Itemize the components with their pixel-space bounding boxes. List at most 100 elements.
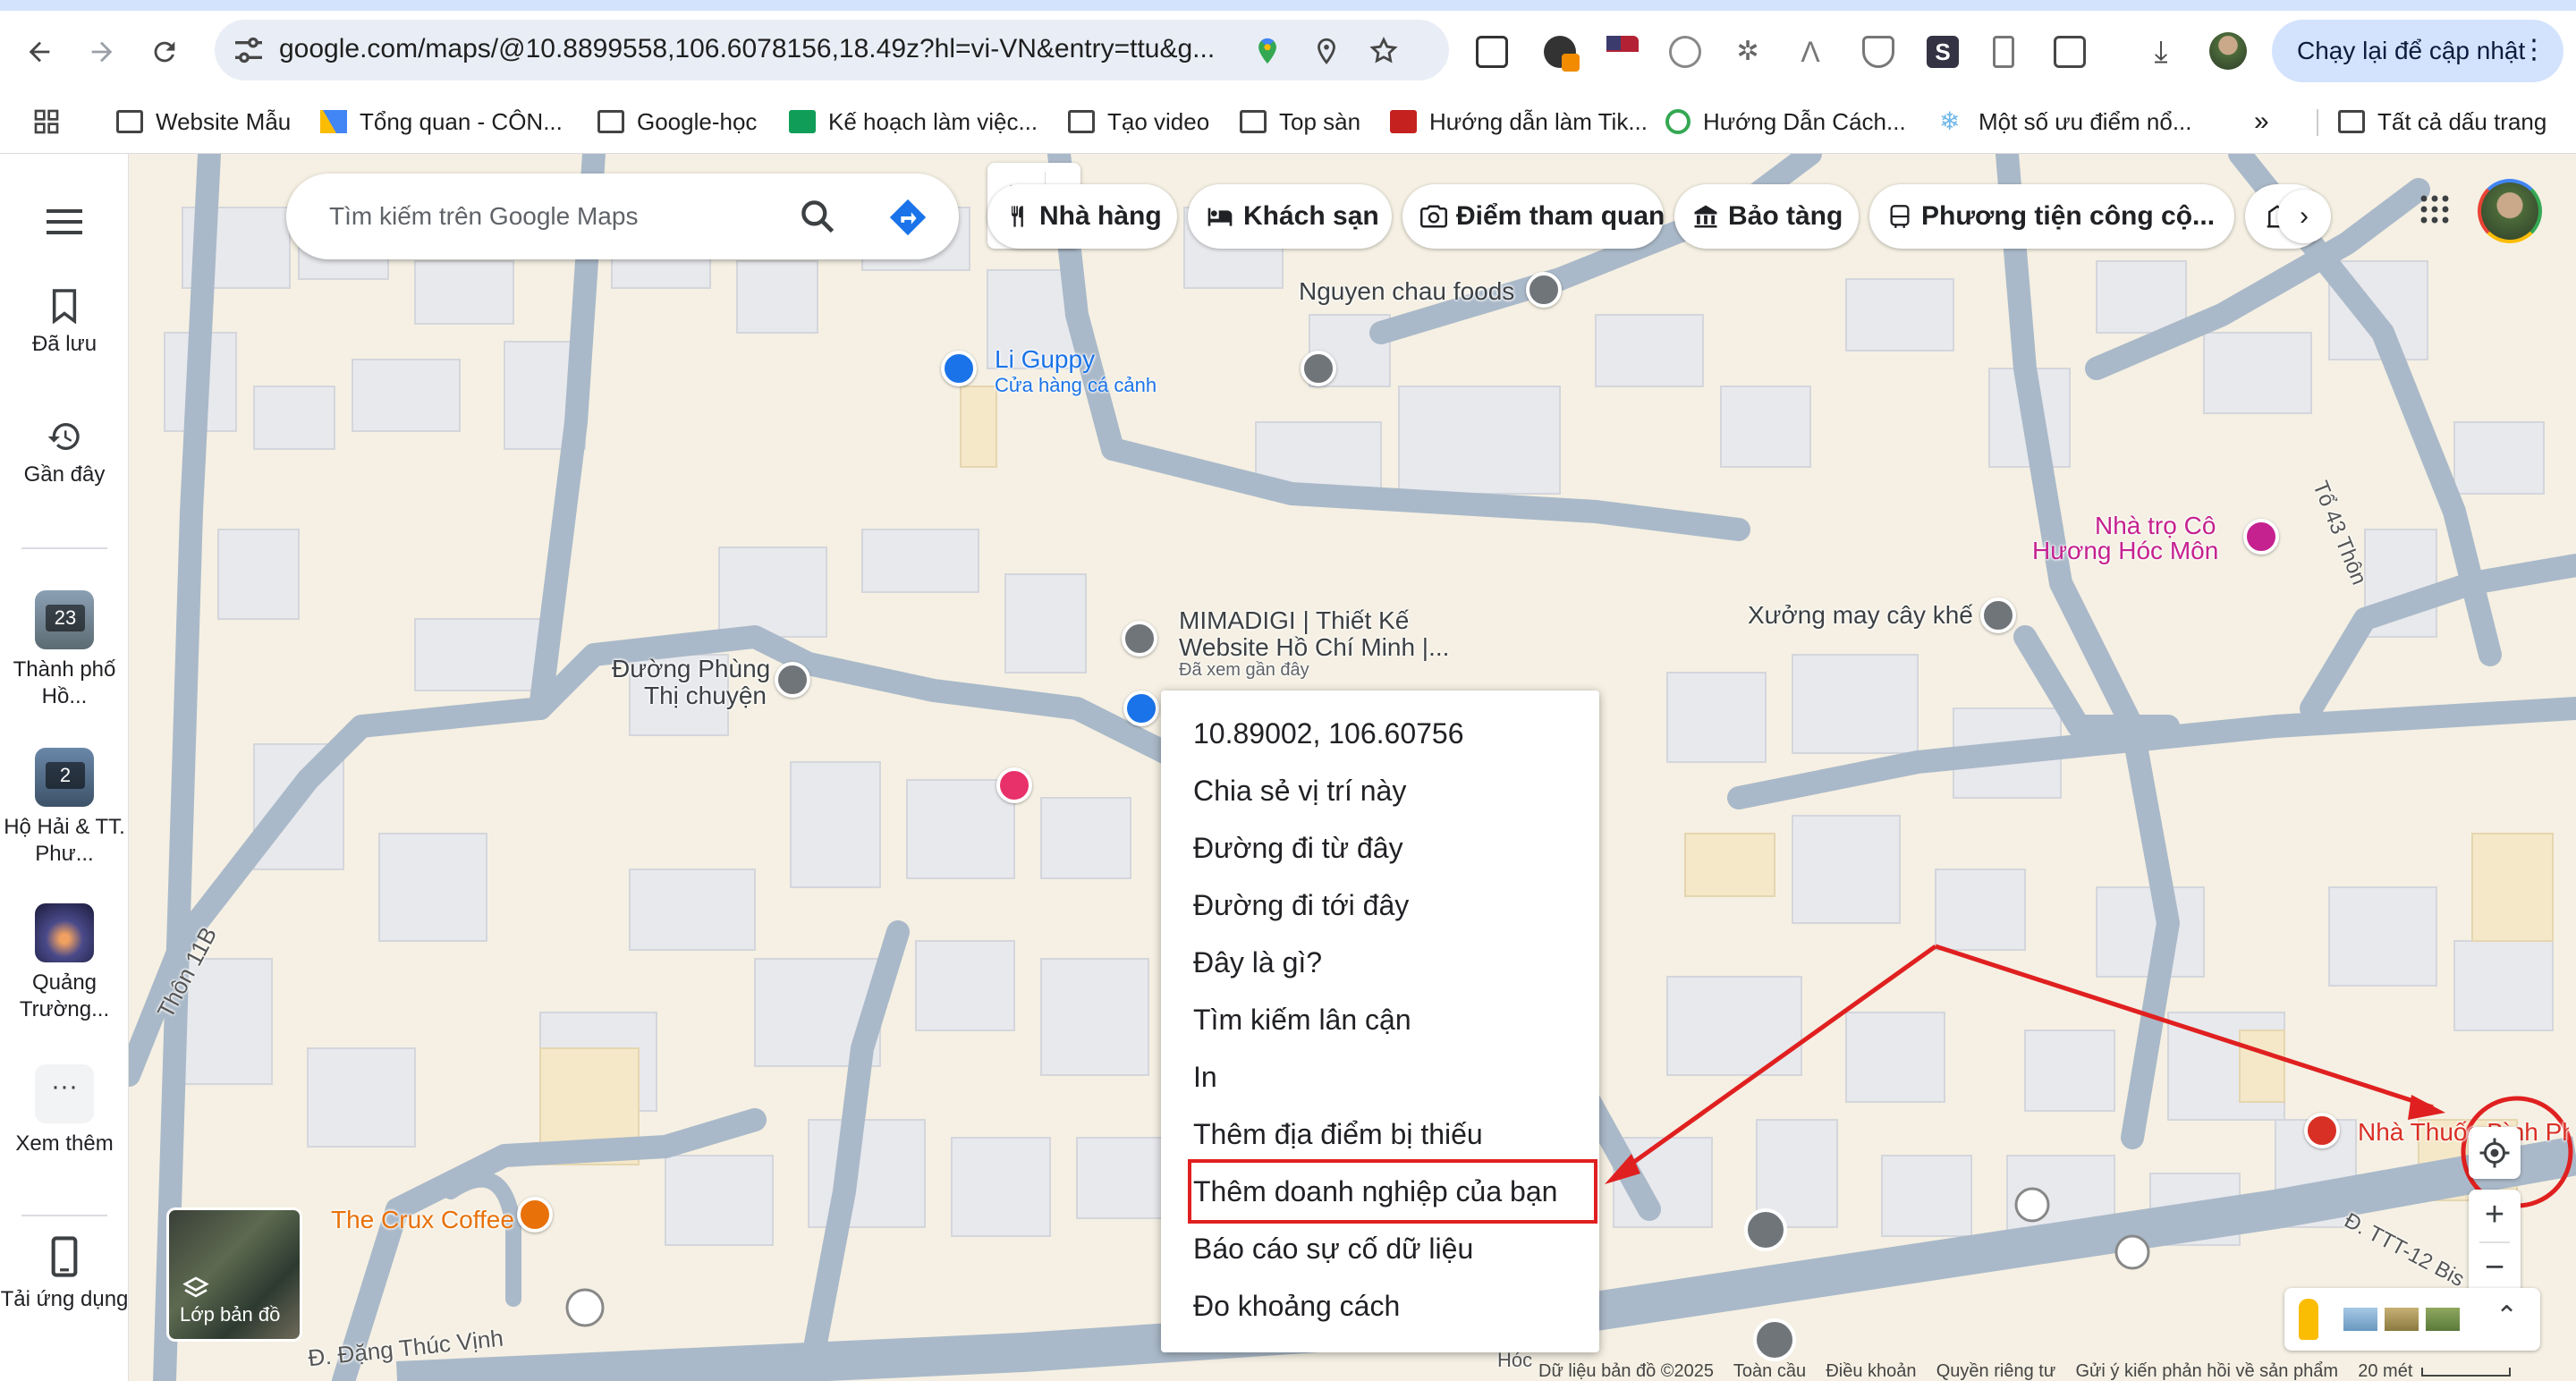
nav-more[interactable]: ··· Xem thêm <box>0 1064 129 1157</box>
nav-recent[interactable]: Gần đây <box>0 419 129 488</box>
poi-nha-tro-line2[interactable]: Hương Hóc Môn <box>2032 537 2218 565</box>
gear-bug-icon[interactable]: ✲ <box>1732 36 1764 68</box>
pharmacy-pin-icon[interactable] <box>2304 1113 2340 1148</box>
heart-pin-icon[interactable] <box>996 767 1032 803</box>
google-apps-icon[interactable] <box>2419 193 2451 230</box>
chip-hotels[interactable]: Khách sạn <box>1188 184 1392 249</box>
bookmark-tao-video[interactable]: Tạo video <box>1068 102 1209 141</box>
profile-avatar[interactable] <box>2209 32 2247 70</box>
my-location-button[interactable] <box>2469 1127 2521 1179</box>
chip-restaurants[interactable]: Nhà hàng <box>987 184 1177 249</box>
footer-feedback[interactable]: Gửi ý kiến phản hồi về sản phẩm <box>2075 1361 2338 1381</box>
recent-ho-hai[interactable]: 2 Hộ Hải & TT. Phư... <box>0 748 129 868</box>
imagery-thumbnail[interactable] <box>2385 1308 2419 1331</box>
us-flag-icon[interactable] <box>1606 36 1639 68</box>
bookmark-all[interactable]: Tất cả dấu trang <box>2338 102 2546 141</box>
back-icon[interactable] <box>18 30 61 73</box>
poi-pin-icon[interactable] <box>1744 1208 1787 1251</box>
home-pin-icon[interactable] <box>1123 690 1159 726</box>
bookmark-google-hoc[interactable]: Google-học <box>597 102 757 141</box>
account-avatar[interactable] <box>2478 179 2542 243</box>
ctx-coordinates[interactable]: 10.89002, 106.60756 <box>1193 717 1464 750</box>
bookmark-mot-so[interactable]: ❄ Một số ưu điểm nổ... <box>1939 102 2192 141</box>
ctx-add-missing-place[interactable]: Thêm địa điểm bị thiếu <box>1193 1118 1483 1151</box>
poi-pin-icon[interactable] <box>775 662 810 698</box>
pegman-icon[interactable] <box>2299 1299 2318 1340</box>
nav-get-app[interactable]: Tải ứng dụng <box>0 1236 129 1313</box>
poi-nguyen-chau[interactable]: Nguyen chau foods <box>1299 277 1514 306</box>
extensions-puzzle-icon[interactable] <box>2054 36 2086 68</box>
ctx-directions-to[interactable]: Đường đi tới đây <box>1193 889 1409 922</box>
chips-next-icon[interactable]: › <box>2277 190 2331 243</box>
apps-grid-icon[interactable] <box>32 102 61 141</box>
bookmark-huong-dan-cach[interactable]: Hướng Dẫn Cách... <box>1665 102 1906 141</box>
location-pin-icon[interactable] <box>1311 36 1342 66</box>
footer-terms[interactable]: Điều khoản <box>1826 1361 1916 1381</box>
qr-code-icon[interactable] <box>1476 36 1508 68</box>
bus-stop-icon[interactable] <box>2014 1187 2050 1223</box>
site-settings-icon[interactable] <box>231 32 267 68</box>
poi-li-guppy[interactable]: Li Guppy <box>995 345 1095 374</box>
lodging-pin-icon[interactable] <box>2243 519 2279 555</box>
poi-duong-phung-line1[interactable]: Đường Phùng <box>612 655 770 683</box>
poi-mimadigi-line1[interactable]: MIMADIGI | Thiết Kế <box>1179 606 1409 635</box>
phone-icon[interactable] <box>1993 36 2014 68</box>
recent-quang-truong[interactable]: Quảng Trường... <box>0 903 129 1023</box>
ctx-measure-distance[interactable]: Đo khoảng cách <box>1193 1290 1400 1323</box>
bookmark-top-san[interactable]: Top sàn <box>1240 102 1360 141</box>
forward-icon[interactable] <box>80 30 123 73</box>
chip-transit[interactable]: Phương tiện công cộ... <box>1869 184 2234 249</box>
s-extension-icon[interactable]: S <box>1927 36 1959 68</box>
poi-nha-thuoc[interactable]: Nhà Thuốc Bình Ph <box>2358 1118 2569 1147</box>
scale-label[interactable]: 20 mét <box>2358 1361 2412 1381</box>
poi-crux-coffee[interactable]: The Crux Coffee <box>331 1206 514 1234</box>
nav-saved[interactable]: Đã lưu <box>0 288 129 358</box>
bookmark-huong-dan-tik[interactable]: Hướng dẫn làm Tik... <box>1390 102 1648 141</box>
search-icon[interactable] <box>798 197 837 236</box>
directions-icon[interactable] <box>887 197 928 238</box>
ctx-directions-from[interactable]: Đường đi từ đây <box>1193 832 1403 865</box>
poi-xuong-may[interactable]: Xưởng may cây khế <box>1748 601 1973 630</box>
cafe-pin-icon[interactable] <box>517 1197 553 1233</box>
ctx-print[interactable]: In <box>1193 1061 1217 1094</box>
maps-logo-icon[interactable] <box>1252 36 1283 66</box>
imagery-thumbnail[interactable] <box>2426 1308 2460 1331</box>
expand-icon[interactable]: ⌃ <box>2496 1301 2518 1332</box>
bookmark-ke-hoach[interactable]: Kế hoạch làm việc... <box>789 102 1038 141</box>
chip-attractions[interactable]: Điểm tham quan <box>1402 184 1664 249</box>
address-bar[interactable]: google.com/maps/@10.8899558,106.6078156,… <box>215 20 1449 80</box>
zoom-in-button[interactable]: + <box>2469 1190 2521 1241</box>
poi-duong-phung-line2[interactable]: Thị chuyện <box>644 682 767 710</box>
bookmark-star-icon[interactable] <box>1368 36 1399 66</box>
bookmark-website-mau[interactable]: Website Mẫu <box>116 102 291 141</box>
poi-pin-icon[interactable] <box>1122 621 1157 657</box>
poi-pin-icon[interactable] <box>1526 272 1562 308</box>
ctx-whats-here[interactable]: Đây là gì? <box>1193 946 1322 979</box>
map-canvas[interactable]: Nguyen chau foods Li Guppy Cửa hàng cá c… <box>129 154 2576 1381</box>
recent-thanh-pho[interactable]: 23 Thành phố Hồ... <box>0 590 129 710</box>
poi-mimadigi-line2[interactable]: Website Hồ Chí Minh |... <box>1179 633 1449 662</box>
ai-logo-icon[interactable]: Λ <box>1794 36 1826 68</box>
ctx-report-data-problem[interactable]: Báo cáo sự cố dữ liệu <box>1193 1233 1473 1266</box>
reload-icon[interactable] <box>143 30 186 73</box>
chip-museums[interactable]: Bảo tàng <box>1674 184 1859 249</box>
shop-pin-icon[interactable] <box>941 351 977 386</box>
footer-global[interactable]: Toàn cầu <box>1733 1361 1806 1381</box>
ctx-search-nearby[interactable]: Tìm kiếm lân cận <box>1193 1004 1411 1037</box>
footer-privacy[interactable]: Quyền riêng tư <box>1936 1361 2055 1381</box>
compass-icon[interactable] <box>1669 36 1701 68</box>
poi-pin-icon[interactable] <box>1980 597 2016 633</box>
ctx-share-location[interactable]: Chia sẻ vị trí này <box>1193 775 1406 808</box>
extension-paint-icon[interactable] <box>1544 36 1580 72</box>
update-button[interactable]: Chạy lại để cập nhật ⋮ <box>2272 20 2563 82</box>
bookmark-tong-quan[interactable]: Tổng quan - CÔN... <box>320 102 563 141</box>
download-icon[interactable]: ⤓ <box>2145 36 2177 68</box>
bus-stop-icon[interactable] <box>2114 1234 2150 1270</box>
hamburger-menu-icon[interactable] <box>47 208 82 241</box>
imagery-thumbnail[interactable] <box>2343 1308 2377 1331</box>
bookmarks-overflow[interactable]: » <box>2254 102 2269 141</box>
bus-stop-icon[interactable] <box>565 1288 605 1327</box>
menu-dots-icon[interactable]: ⋮ <box>2521 34 2547 65</box>
search-input[interactable] <box>329 195 794 238</box>
education-pin-icon[interactable] <box>1301 351 1336 386</box>
